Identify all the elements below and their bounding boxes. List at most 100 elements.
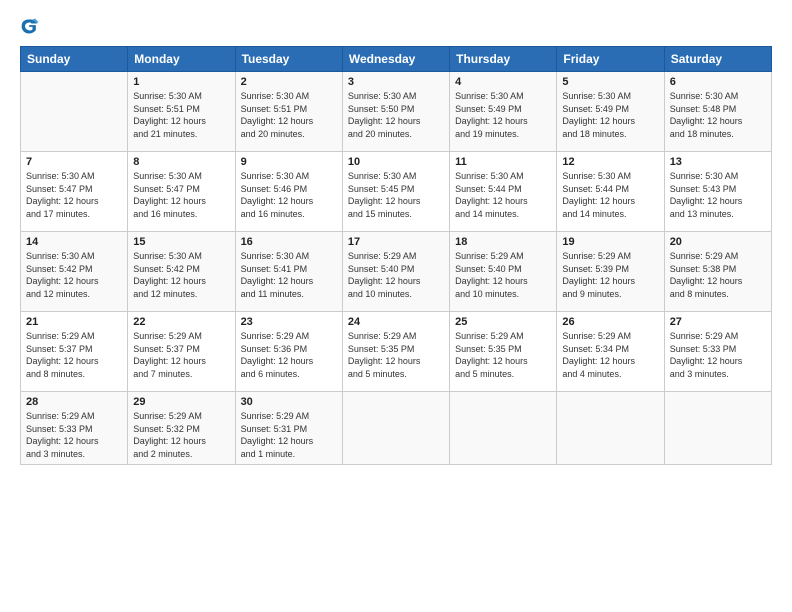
calendar-cell: 15Sunrise: 5:30 AM Sunset: 5:42 PM Dayli… <box>128 232 235 312</box>
weekday-header-friday: Friday <box>557 47 664 72</box>
day-number: 26 <box>562 316 658 328</box>
day-info: Sunrise: 5:29 AM Sunset: 5:35 PM Dayligh… <box>348 330 444 380</box>
day-info: Sunrise: 5:30 AM Sunset: 5:50 PM Dayligh… <box>348 90 444 140</box>
week-row-5: 28 Sunrise: 5:29 AM Sunset: 5:33 PM Dayli… <box>21 392 772 465</box>
calendar-cell: 6 Sunrise: 5:30 AM Sunset: 5:48 PM Daylig… <box>664 72 771 152</box>
day-info: Sunrise: 5:29 AM Sunset: 5:33 PM Dayligh… <box>26 410 122 460</box>
day-info: Sunrise: 5:29 AM Sunset: 5:40 PM Dayligh… <box>348 250 444 300</box>
day-info: Sunrise: 5:29 AM Sunset: 5:31 PM Dayligh… <box>241 410 337 460</box>
day-number: 22 <box>133 316 229 328</box>
logo-icon <box>20 16 40 36</box>
day-info: Sunrise: 5:30 AM Sunset: 5:43 PM Dayligh… <box>670 170 766 220</box>
day-info: Sunrise: 5:30 AM Sunset: 5:46 PM Dayligh… <box>241 170 337 220</box>
week-row-2: 7 Sunrise: 5:30 AM Sunset: 5:47 PM Daylig… <box>21 152 772 232</box>
calendar-cell <box>664 392 771 465</box>
day-number: 4 <box>455 76 551 88</box>
day-number: 12 <box>562 156 658 168</box>
calendar-cell: 23 Sunrise: 5:29 AM Sunset: 5:36 PM Dayli… <box>235 312 342 392</box>
day-info: Sunrise: 5:29 AM Sunset: 5:37 PM Dayligh… <box>133 330 229 380</box>
day-number: 2 <box>241 76 337 88</box>
calendar-cell: 21 Sunrise: 5:29 AM Sunset: 5:37 PM Dayli… <box>21 312 128 392</box>
calendar-cell: 26 Sunrise: 5:29 AM Sunset: 5:34 PM Dayli… <box>557 312 664 392</box>
day-info: Sunrise: 5:29 AM Sunset: 5:36 PM Dayligh… <box>241 330 337 380</box>
weekday-header-wednesday: Wednesday <box>342 47 449 72</box>
weekday-header-tuesday: Tuesday <box>235 47 342 72</box>
calendar-cell: 12 Sunrise: 5:30 AM Sunset: 5:44 PM Dayli… <box>557 152 664 232</box>
day-number: 9 <box>241 156 337 168</box>
day-info: Sunrise: 5:29 AM Sunset: 5:34 PM Dayligh… <box>562 330 658 380</box>
calendar-cell <box>450 392 557 465</box>
calendar-cell: 19 Sunrise: 5:29 AM Sunset: 5:39 PM Dayli… <box>557 232 664 312</box>
day-number: 7 <box>26 156 122 168</box>
calendar-cell: 16 Sunrise: 5:30 AM Sunset: 5:41 PM Dayli… <box>235 232 342 312</box>
calendar-cell: 7 Sunrise: 5:30 AM Sunset: 5:47 PM Daylig… <box>21 152 128 232</box>
day-info: Sunrise: 5:29 AM Sunset: 5:37 PM Dayligh… <box>26 330 122 380</box>
day-number: 1 <box>133 76 229 88</box>
day-info: Sunrise: 5:30 AM Sunset: 5:45 PM Dayligh… <box>348 170 444 220</box>
calendar-cell: 28 Sunrise: 5:29 AM Sunset: 5:33 PM Dayli… <box>21 392 128 465</box>
day-info: Sunrise: 5:29 AM Sunset: 5:39 PM Dayligh… <box>562 250 658 300</box>
day-number: 21 <box>26 316 122 328</box>
calendar-cell: 18 Sunrise: 5:29 AM Sunset: 5:40 PM Dayli… <box>450 232 557 312</box>
weekday-header-monday: Monday <box>128 47 235 72</box>
day-info: Sunrise: 5:30 AM Sunset: 5:47 PM Dayligh… <box>133 170 229 220</box>
day-number: 3 <box>348 76 444 88</box>
calendar-cell <box>557 392 664 465</box>
day-info: Sunrise: 5:30 AM Sunset: 5:48 PM Dayligh… <box>670 90 766 140</box>
calendar-cell: 11 Sunrise: 5:30 AM Sunset: 5:44 PM Dayli… <box>450 152 557 232</box>
calendar-cell: 14Sunrise: 5:30 AM Sunset: 5:42 PM Dayli… <box>21 232 128 312</box>
calendar-table: SundayMondayTuesdayWednesdayThursdayFrid… <box>20 46 772 465</box>
calendar-cell: 9 Sunrise: 5:30 AM Sunset: 5:46 PM Daylig… <box>235 152 342 232</box>
day-number: 30 <box>241 396 337 408</box>
day-number: 23 <box>241 316 337 328</box>
day-info: Sunrise: 5:30 AM Sunset: 5:44 PM Dayligh… <box>562 170 658 220</box>
day-info: Sunrise: 5:30 AM Sunset: 5:51 PM Dayligh… <box>241 90 337 140</box>
calendar-cell: 29Sunrise: 5:29 AM Sunset: 5:32 PM Dayli… <box>128 392 235 465</box>
calendar-cell: 1 Sunrise: 5:30 AM Sunset: 5:51 PM Daylig… <box>128 72 235 152</box>
day-info: Sunrise: 5:30 AM Sunset: 5:42 PM Dayligh… <box>26 250 122 300</box>
day-number: 19 <box>562 236 658 248</box>
day-info: Sunrise: 5:30 AM Sunset: 5:51 PM Dayligh… <box>133 90 229 140</box>
day-info: Sunrise: 5:30 AM Sunset: 5:49 PM Dayligh… <box>562 90 658 140</box>
calendar-cell: 27 Sunrise: 5:29 AM Sunset: 5:33 PM Dayli… <box>664 312 771 392</box>
weekday-header-sunday: Sunday <box>21 47 128 72</box>
day-number: 17 <box>348 236 444 248</box>
day-info: Sunrise: 5:29 AM Sunset: 5:38 PM Dayligh… <box>670 250 766 300</box>
day-info: Sunrise: 5:29 AM Sunset: 5:32 PM Dayligh… <box>133 410 229 460</box>
week-row-1: 1 Sunrise: 5:30 AM Sunset: 5:51 PM Daylig… <box>21 72 772 152</box>
calendar-cell: 30 Sunrise: 5:29 AM Sunset: 5:31 PM Dayli… <box>235 392 342 465</box>
day-number: 20 <box>670 236 766 248</box>
day-info: Sunrise: 5:30 AM Sunset: 5:41 PM Dayligh… <box>241 250 337 300</box>
day-info: Sunrise: 5:30 AM Sunset: 5:42 PM Dayligh… <box>133 250 229 300</box>
logo <box>20 16 44 36</box>
calendar-cell: 4 Sunrise: 5:30 AM Sunset: 5:49 PM Daylig… <box>450 72 557 152</box>
day-number: 27 <box>670 316 766 328</box>
day-number: 11 <box>455 156 551 168</box>
calendar-cell: 25Sunrise: 5:29 AM Sunset: 5:35 PM Dayli… <box>450 312 557 392</box>
day-number: 28 <box>26 396 122 408</box>
header-area <box>20 16 772 36</box>
day-info: Sunrise: 5:30 AM Sunset: 5:49 PM Dayligh… <box>455 90 551 140</box>
week-row-3: 14Sunrise: 5:30 AM Sunset: 5:42 PM Dayli… <box>21 232 772 312</box>
day-number: 16 <box>241 236 337 248</box>
day-info: Sunrise: 5:29 AM Sunset: 5:40 PM Dayligh… <box>455 250 551 300</box>
day-info: Sunrise: 5:30 AM Sunset: 5:47 PM Dayligh… <box>26 170 122 220</box>
calendar-cell: 20 Sunrise: 5:29 AM Sunset: 5:38 PM Dayli… <box>664 232 771 312</box>
day-number: 8 <box>133 156 229 168</box>
calendar-cell <box>21 72 128 152</box>
calendar-cell: 10 Sunrise: 5:30 AM Sunset: 5:45 PM Dayli… <box>342 152 449 232</box>
page: SundayMondayTuesdayWednesdayThursdayFrid… <box>0 0 792 612</box>
week-row-4: 21 Sunrise: 5:29 AM Sunset: 5:37 PM Dayli… <box>21 312 772 392</box>
day-number: 6 <box>670 76 766 88</box>
calendar-cell <box>342 392 449 465</box>
calendar-cell: 8 Sunrise: 5:30 AM Sunset: 5:47 PM Daylig… <box>128 152 235 232</box>
day-number: 18 <box>455 236 551 248</box>
day-number: 13 <box>670 156 766 168</box>
day-info: Sunrise: 5:29 AM Sunset: 5:35 PM Dayligh… <box>455 330 551 380</box>
day-number: 10 <box>348 156 444 168</box>
day-info: Sunrise: 5:30 AM Sunset: 5:44 PM Dayligh… <box>455 170 551 220</box>
day-info: Sunrise: 5:29 AM Sunset: 5:33 PM Dayligh… <box>670 330 766 380</box>
calendar-cell: 13 Sunrise: 5:30 AM Sunset: 5:43 PM Dayli… <box>664 152 771 232</box>
weekday-header-saturday: Saturday <box>664 47 771 72</box>
calendar-cell: 2 Sunrise: 5:30 AM Sunset: 5:51 PM Daylig… <box>235 72 342 152</box>
